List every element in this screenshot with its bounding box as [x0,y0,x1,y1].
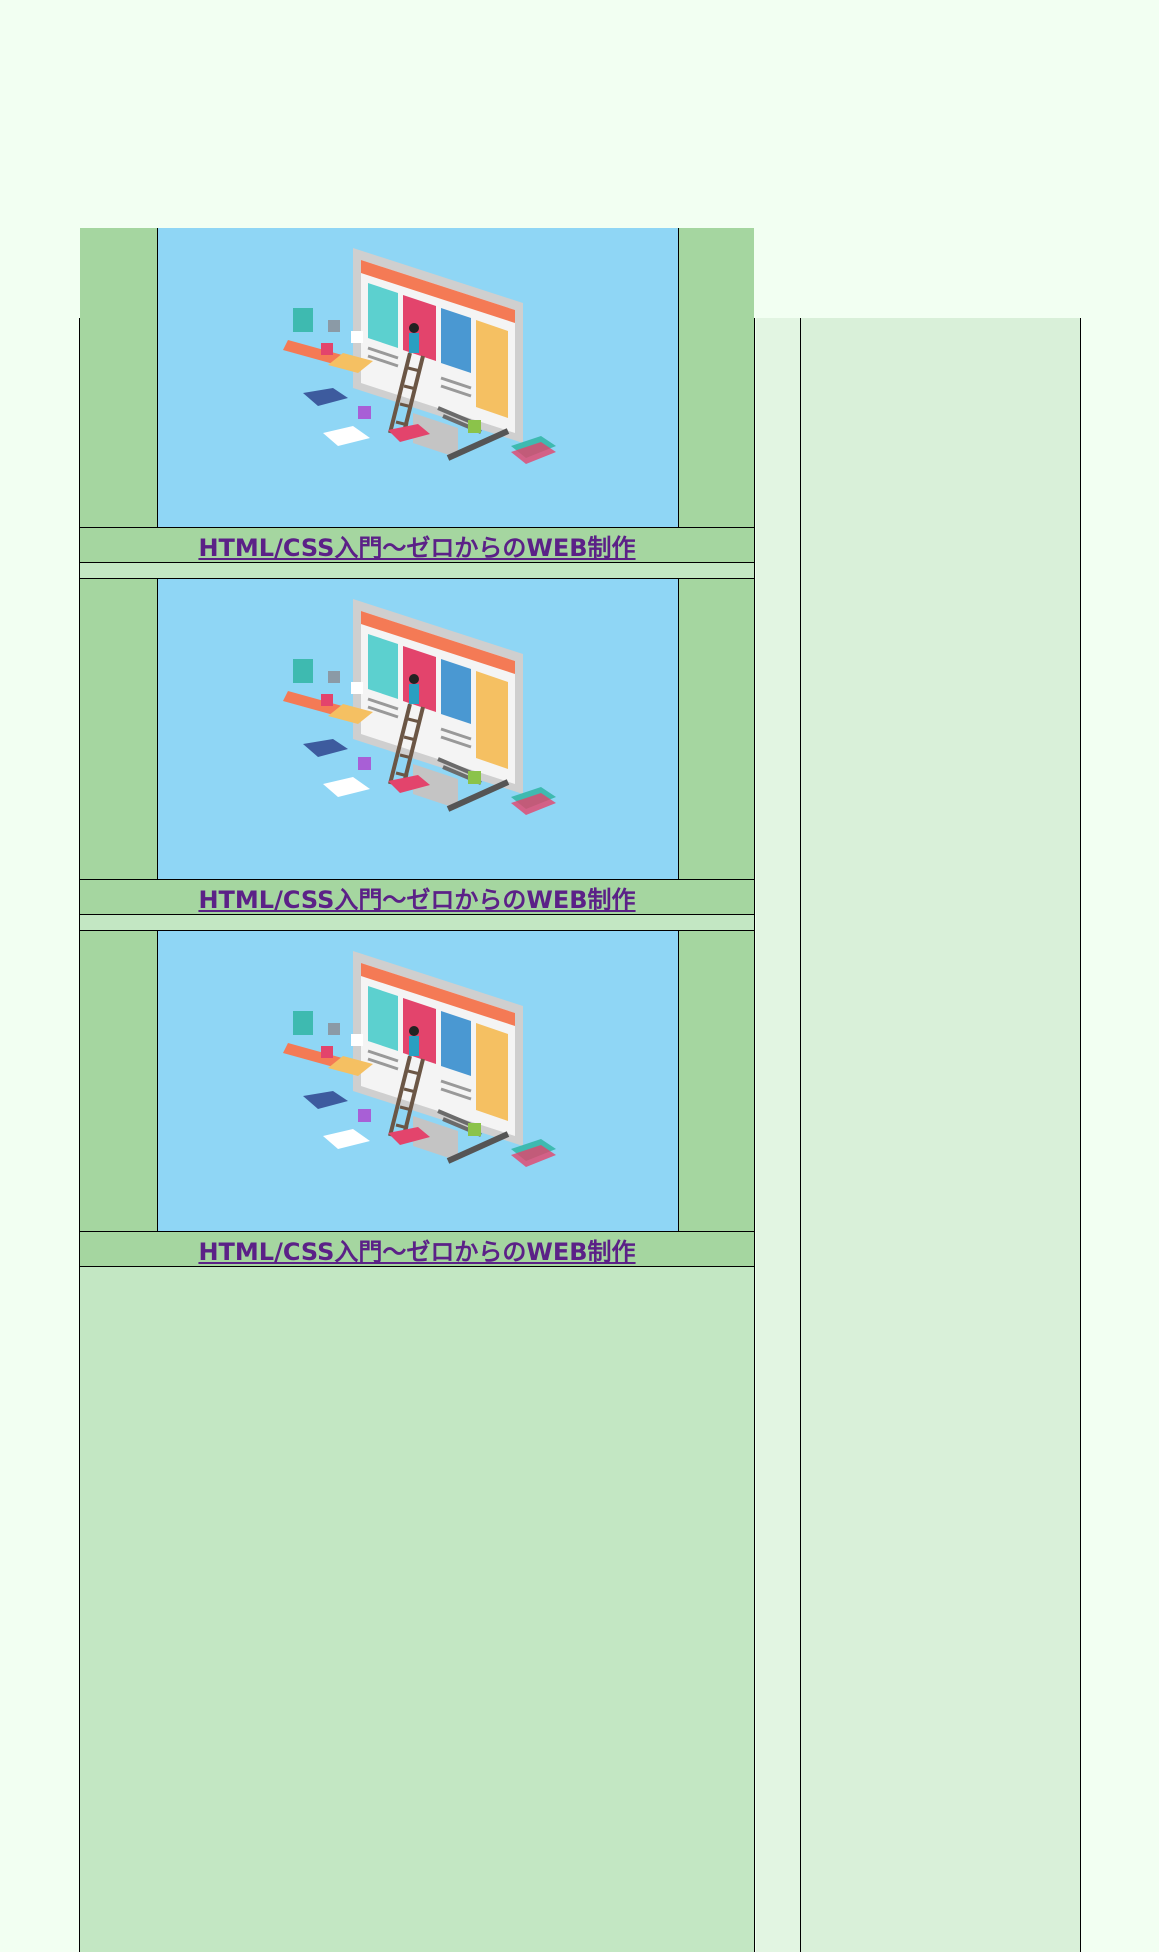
course-image-cell [80,228,754,529]
course-image-cell [80,931,754,1232]
course-title-link[interactable]: HTML/CSS入門〜ゼロからのWEB制作 [198,1232,635,1267]
web-design-illustration-icon [283,599,556,815]
course-thumbnail[interactable] [157,931,679,1231]
course-title-link[interactable]: HTML/CSS入門〜ゼロからのWEB制作 [198,880,635,915]
web-design-illustration-icon [283,951,556,1167]
course-image-cell [80,579,754,880]
web-design-illustration-icon [283,248,556,464]
course-title-bar: HTML/CSS入門〜ゼロからのWEB制作 [80,879,754,915]
card-spacer [80,915,754,931]
sidebar-column [800,318,1081,1952]
card-spacer [80,563,754,579]
main-content-column: HTML/CSS入門〜ゼロからのWEB制作 HTML/CSS入門〜ゼロからのWE… [79,228,755,1952]
course-title-bar: HTML/CSS入門〜ゼロからのWEB制作 [80,1231,754,1267]
course-thumbnail[interactable] [157,579,679,879]
course-title-link[interactable]: HTML/CSS入門〜ゼロからのWEB制作 [198,528,635,563]
column-gutter [756,318,800,1952]
course-thumbnail[interactable] [157,228,679,528]
course-title-bar: HTML/CSS入門〜ゼロからのWEB制作 [80,527,754,563]
